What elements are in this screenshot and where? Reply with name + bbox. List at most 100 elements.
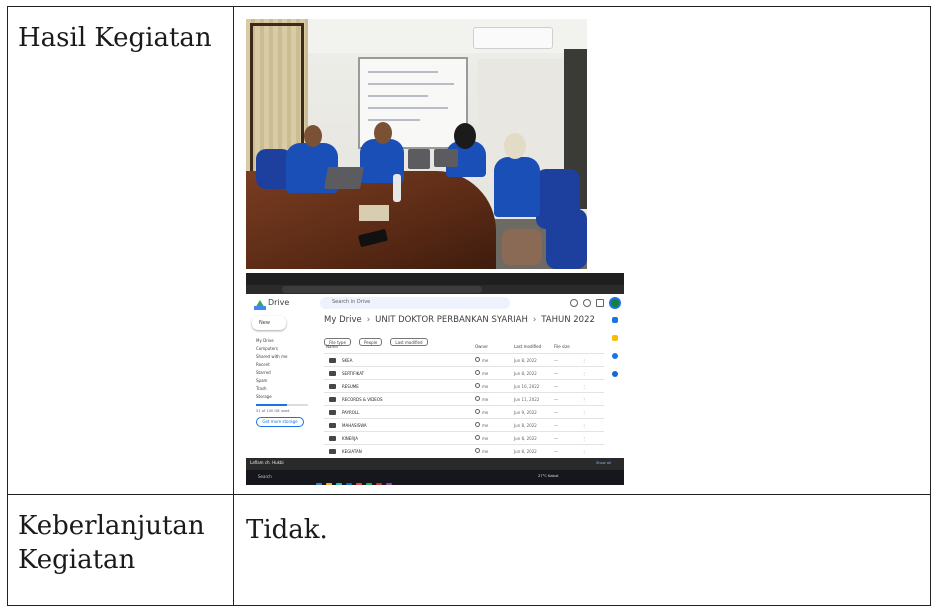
row-value-cell: Tidak. <box>233 494 931 606</box>
person-head <box>504 133 526 159</box>
more-icon: ⋮ <box>582 410 586 415</box>
laptop <box>434 149 458 167</box>
get-storage-button: Get more storage <box>256 417 304 427</box>
folder-owner: me <box>482 358 489 363</box>
air-conditioner <box>473 27 553 49</box>
folder-name: KINERJA <box>342 436 358 441</box>
activity-report-table: Hasil Kegiatan Drive Search in Drive New… <box>7 6 931 606</box>
folder-modified: Jun 11, 2022 <box>514 397 540 402</box>
folder-icon <box>329 410 336 415</box>
drive-logo-icon <box>254 300 266 310</box>
user-icon <box>475 409 480 414</box>
folder-owner: me <box>482 384 489 389</box>
breadcrumb-item: UNIT DOKTOR PERBANKAN SYARIAH <box>375 315 528 325</box>
folder-name: PAYROLL <box>342 410 360 415</box>
settings-icon <box>583 299 591 307</box>
folder-modified: Jun 8, 2022 <box>514 423 537 428</box>
folder-name: SKEA <box>342 358 353 363</box>
folder-size: — <box>554 436 558 441</box>
user-icon <box>475 370 480 375</box>
breadcrumb-item: My Drive <box>324 315 362 325</box>
column-header-name: Name <box>326 344 338 349</box>
side-panel-rail <box>609 313 621 453</box>
folder-owner: me <box>482 397 489 402</box>
water-bottle <box>393 174 401 202</box>
folder-size: — <box>554 358 558 363</box>
folder-modified: Jun 8, 2022 <box>514 449 537 454</box>
folder-icon <box>329 371 336 376</box>
drive-sidebar: New My Drive Computers Shared with me Re… <box>246 313 318 453</box>
folder-modified: Jun 8, 2022 <box>514 371 537 376</box>
table-row: Hasil Kegiatan Drive Search in Drive New… <box>7 6 931 495</box>
list-item: MAHASISWA me Jun 8, 2022 — ⋮ <box>324 418 604 431</box>
laptop <box>324 167 364 189</box>
user-icon <box>475 357 480 362</box>
user-icon <box>475 422 480 427</box>
row-label-hasil-kegiatan: Hasil Kegiatan <box>7 6 234 495</box>
column-header-modified: Last modified <box>514 344 542 349</box>
person-head <box>374 122 392 144</box>
folder-size: — <box>554 423 558 428</box>
apps-icon <box>596 299 604 307</box>
list-item: RESUME me Jun 16, 2022 — ⋮ <box>324 379 604 392</box>
folder-icon <box>329 423 336 428</box>
document-paper <box>359 205 389 221</box>
sidebar-item: Computers <box>256 346 278 351</box>
sidebar-item: Recent <box>256 362 270 367</box>
folder-size: — <box>554 397 558 402</box>
folder-icon <box>329 397 336 402</box>
sidebar-item: Shared with me <box>256 354 288 359</box>
more-icon: ⋮ <box>582 449 586 454</box>
folder-modified: Jun 16, 2022 <box>514 384 540 389</box>
folder-icon <box>329 449 336 454</box>
breadcrumb: My Drive › UNIT DOKTOR PERBANKAN SYARIAH › T… <box>324 315 595 325</box>
user-icon <box>475 435 480 440</box>
folder-size: — <box>554 410 558 415</box>
taskbar-weather: 27°C Kabut <box>538 474 559 478</box>
folder-name: RESUME <box>342 384 359 389</box>
more-icon: ⋮ <box>582 397 586 402</box>
folder-icon <box>329 436 336 441</box>
meeting-photo <box>246 19 587 269</box>
sidebar-item: My Drive <box>256 338 274 343</box>
download-file: Laflam ch. Hukbi <box>250 460 284 465</box>
list-item: PAYROLL me Jun 9, 2022 — ⋮ <box>324 405 604 418</box>
folder-name: RECORDS & VIDEOS <box>342 397 383 402</box>
address-field <box>282 286 482 293</box>
tasks-icon <box>612 353 618 359</box>
new-button: New <box>252 316 286 330</box>
row-value-text: Tidak. <box>246 515 328 545</box>
contacts-icon <box>612 371 618 377</box>
avatar <box>609 297 621 309</box>
filter-chips: File type People Last modified <box>324 329 431 346</box>
drive-main: My Drive › UNIT DOKTOR PERBANKAN SYARIAH › T… <box>324 313 604 454</box>
drive-header: Drive Search in Drive <box>246 294 624 313</box>
folder-size: — <box>554 384 558 389</box>
browser-tab-bar <box>246 273 624 285</box>
list-item: SKEA me Jun 8, 2022 — ⋮ <box>324 353 604 366</box>
folder-modified: Jun 9, 2022 <box>514 410 537 415</box>
list-item: KINERJA me Jun 8, 2022 — ⋮ <box>324 431 604 444</box>
more-icon: ⋮ <box>582 423 586 428</box>
bag <box>502 229 542 265</box>
chair <box>546 209 587 269</box>
list-item: RECORDS & VIDEOS me Jun 11, 2022 — ⋮ <box>324 392 604 405</box>
sidebar-item: Trash <box>256 386 267 391</box>
folder-owner: me <box>482 423 489 428</box>
browser-address-bar <box>246 285 624 294</box>
column-header-size: File size <box>554 344 570 349</box>
folder-name: KEGIATAN <box>342 449 362 454</box>
sidebar-item: Storage <box>256 394 272 399</box>
windows-taskbar: Search 27°C Kabut <box>246 470 624 485</box>
storage-bar <box>256 404 308 406</box>
sidebar-item: Starred <box>256 370 271 375</box>
column-header-owner: Owner <box>475 344 489 349</box>
row-label-keberlanjutan: Keberlanjutan Kegiatan <box>7 494 234 606</box>
more-icon: ⋮ <box>582 371 586 376</box>
calendar-icon <box>612 317 618 323</box>
drive-screenshot: Drive Search in Drive New My Drive Compu… <box>246 273 624 485</box>
person <box>494 157 540 217</box>
filter-chip: People <box>359 338 383 346</box>
folder-size: — <box>554 371 558 376</box>
breadcrumb-item: TAHUN 2022 <box>541 315 595 325</box>
